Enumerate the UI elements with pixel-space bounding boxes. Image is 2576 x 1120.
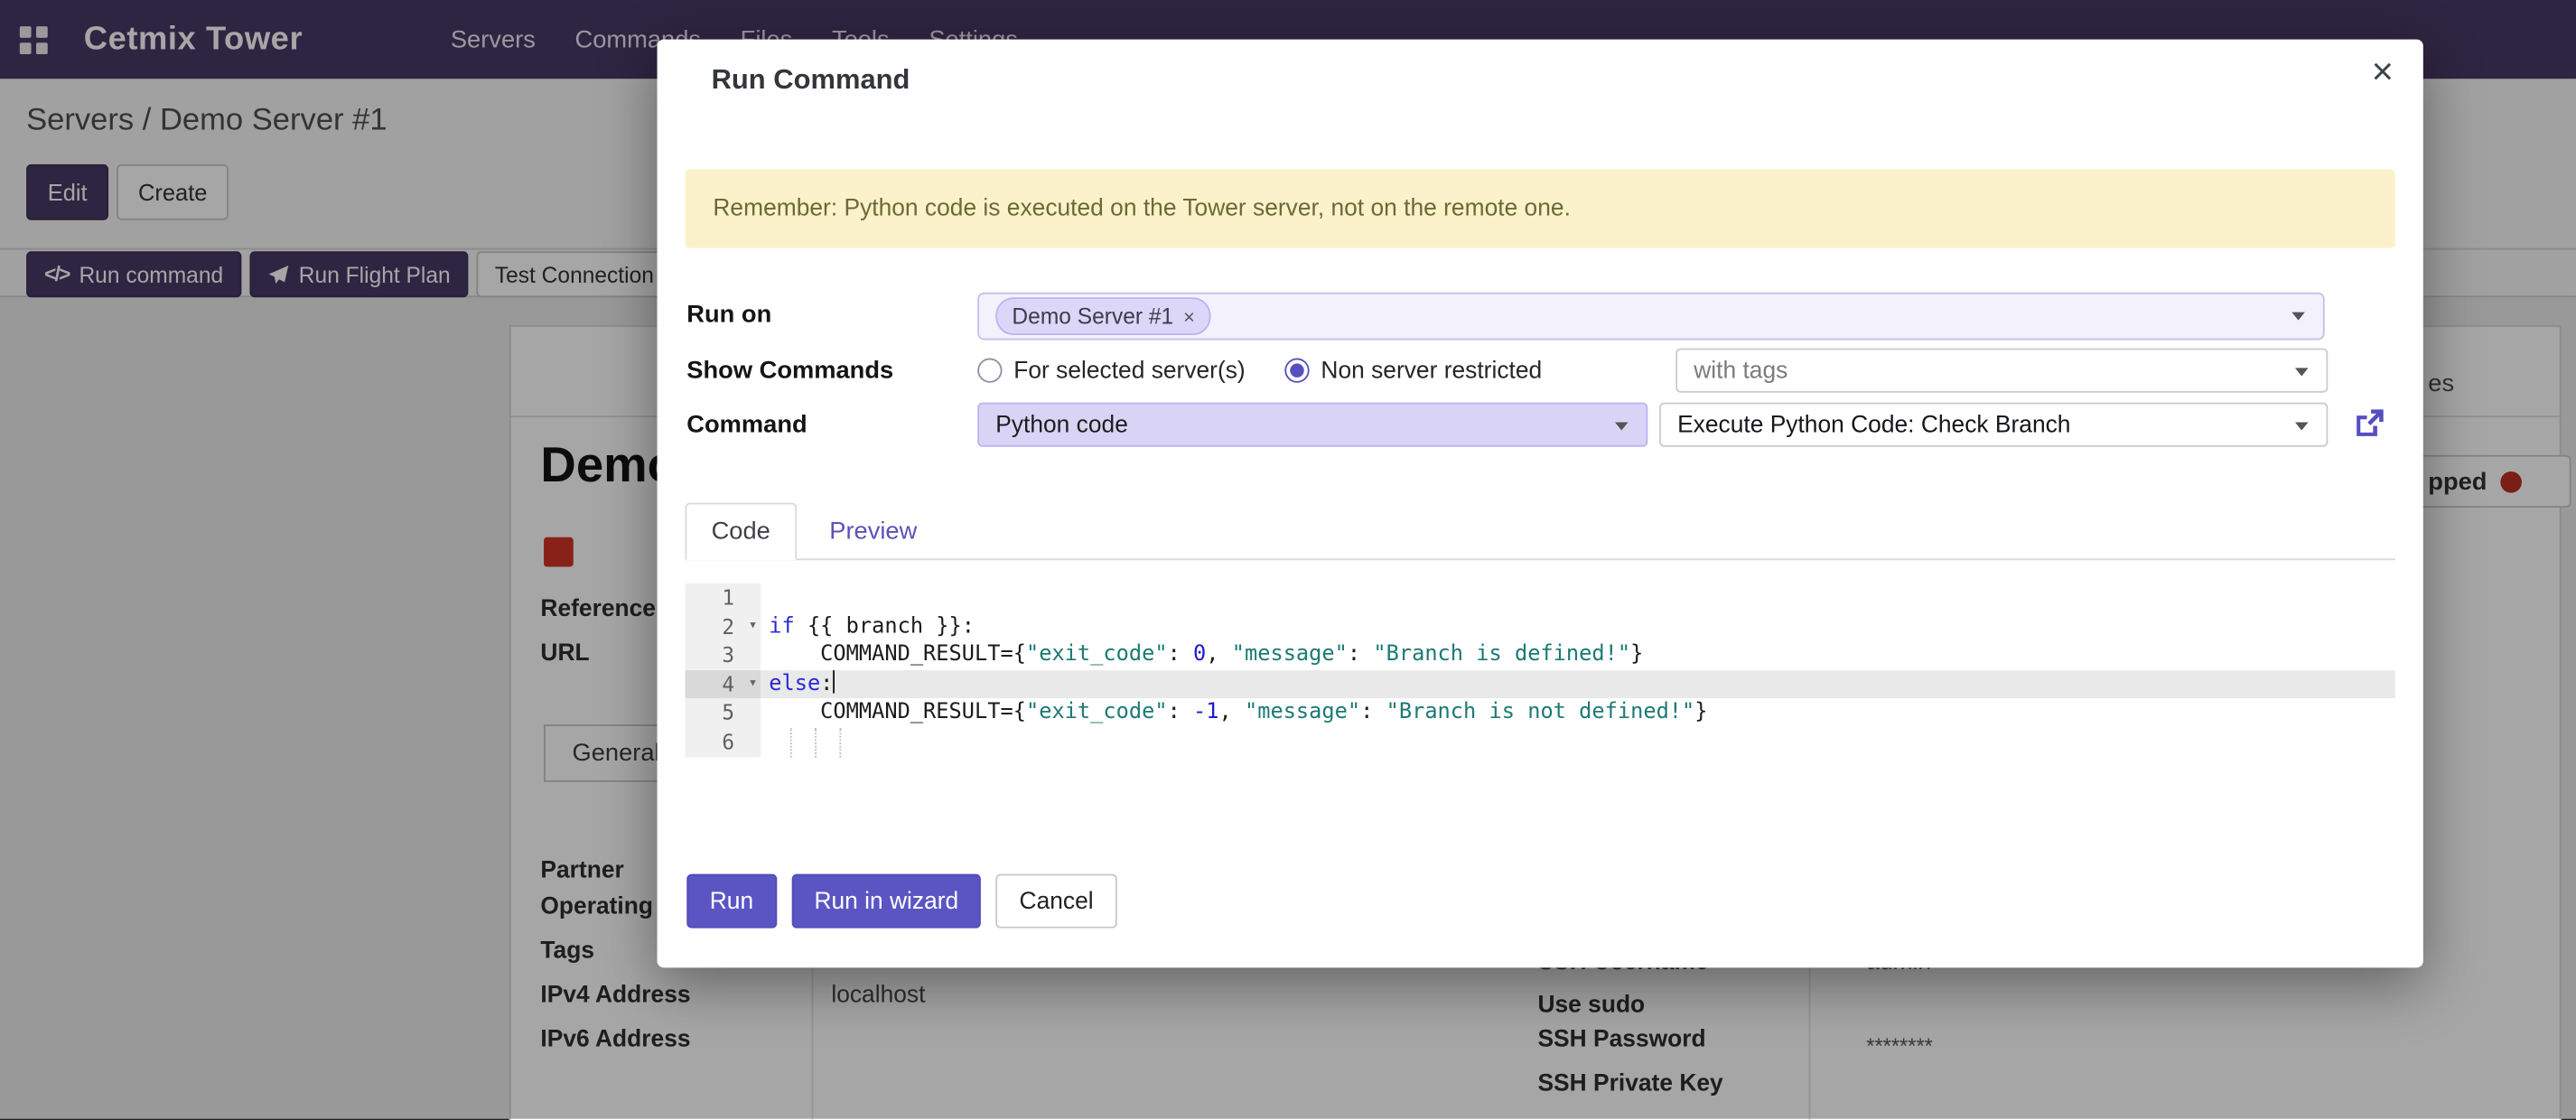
command-row: Command Python code Execute Python Code:… [686,403,2324,447]
screen: Cetmix Tower Servers Commands Files Tool… [0,0,2576,1119]
run-on-row: Run on Demo Server #1 × [686,293,2324,337]
command-select[interactable]: Execute Python Code: Check Branch [1659,403,2328,447]
code-line-2: if {{ branch }}: [761,612,2395,641]
python-warning-alert: Remember: Python code is executed on the… [685,169,2394,247]
radio-on-icon [1284,359,1309,383]
radio-non-server-restricted-label: Non server restricted [1321,358,1542,384]
tag-remove-icon[interactable]: × [1183,304,1195,327]
chevron-down-icon [2291,313,2305,321]
command-select-value: Execute Python Code: Check Branch [1677,412,2070,438]
fold-marker-icon[interactable]: ▾ [749,612,758,641]
gutter-line-6: 6 [685,728,761,757]
indent-guide [839,728,841,757]
code-line-4: else: [761,670,2395,699]
run-on-select[interactable]: Demo Server #1 × [977,293,2324,341]
gutter-line-2: 2▾ [685,612,761,641]
code-line-1 [761,583,2395,612]
radio-for-selected-servers-label: For selected server(s) [1013,358,1245,384]
run-in-wizard-button[interactable]: Run in wizard [791,874,982,929]
run-on-label: Run on [686,293,974,337]
show-commands-options: For selected server(s) Non server restri… [977,349,1542,393]
dialog-footer: Run Run in wizard Cancel [686,874,1116,929]
gutter-line-4: 4▾ [685,670,761,699]
editor-tabs: Code Preview [685,504,2394,560]
run-command-dialog: Run Command × Remember: Python code is e… [658,40,2423,968]
chevron-down-icon [2295,368,2309,376]
fold-marker-icon[interactable]: ▾ [749,670,758,699]
indent-guide [790,728,792,757]
radio-for-selected-servers[interactable]: For selected server(s) [977,358,1246,384]
chevron-down-icon [1615,422,1629,430]
gutter-line-1: 1 [685,583,761,612]
radio-off-icon [977,359,1002,383]
code-editor[interactable]: 12▾34▾56 if {{ branch }}: COMMAND_RESULT… [685,583,2394,758]
indent-guide [815,728,817,757]
editor-lines: if {{ branch }}: COMMAND_RESULT={"exit_c… [761,583,2395,758]
close-icon[interactable]: × [2372,52,2394,90]
text-cursor [833,670,835,693]
tab-code[interactable]: Code [685,503,796,561]
command-type-value: Python code [995,412,1128,438]
gutter-line-3: 3 [685,641,761,670]
tags-filter-placeholder: with tags [1694,358,1787,384]
cancel-button[interactable]: Cancel [996,874,1116,929]
chevron-down-icon [2295,422,2309,430]
run-button[interactable]: Run [686,874,776,929]
command-type-select[interactable]: Python code [977,403,1647,447]
show-commands-label: Show Commands [686,349,974,393]
command-label: Command [686,403,974,447]
code-line-3: COMMAND_RESULT={"exit_code": 0, "message… [761,641,2395,670]
tab-preview[interactable]: Preview [797,504,950,558]
show-commands-row: Show Commands For selected server(s) Non… [686,349,2324,393]
server-tag: Demo Server #1 × [995,297,1211,335]
code-line-5: COMMAND_RESULT={"exit_code": -1, "messag… [761,699,2395,728]
open-record-icon[interactable] [2353,407,2385,440]
editor-gutter: 12▾34▾56 [685,583,761,758]
server-tag-label: Demo Server #1 [1012,303,1173,328]
gutter-line-5: 5 [685,699,761,728]
tags-filter-select[interactable]: with tags [1675,349,2328,393]
radio-non-server-restricted[interactable]: Non server restricted [1284,358,1542,384]
code-line-6 [761,728,2395,757]
dialog-title: Run Command [712,64,910,97]
